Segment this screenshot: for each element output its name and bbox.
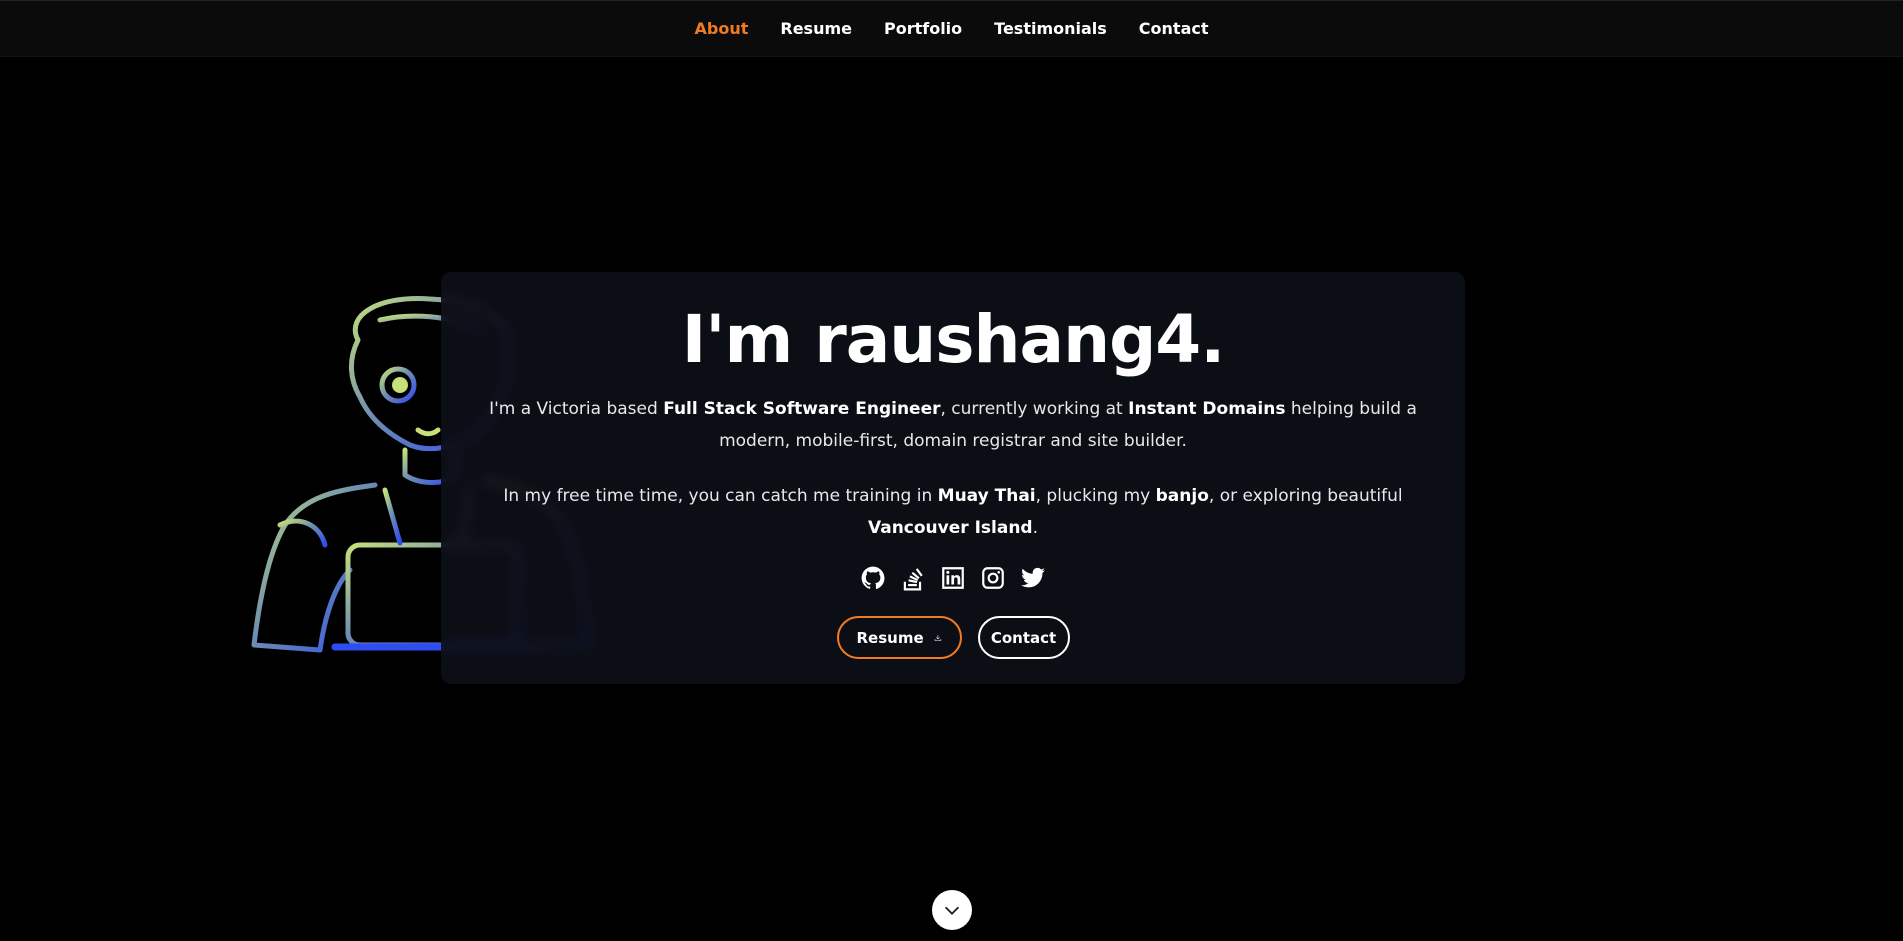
download-icon (934, 634, 941, 641)
github-icon[interactable] (860, 564, 887, 591)
intro-text-1: I'm a Victoria based (489, 399, 664, 419)
social-links (441, 564, 1465, 591)
hero-card: I'm raushang4. I'm a Victoria based Full… (441, 272, 1465, 684)
location-vancouver-island: Vancouver Island (868, 518, 1033, 538)
hobbies-text-1: In my free time time, you can catch me t… (503, 486, 938, 506)
job-title: Full Stack Software Engineer (663, 399, 941, 419)
resume-button-label: Resume (856, 628, 924, 647)
hobby-muay-thai: Muay Thai (937, 486, 1036, 506)
nav-about[interactable]: About (695, 19, 749, 38)
stackoverflow-icon[interactable] (900, 564, 927, 591)
nav-testimonials[interactable]: Testimonials (994, 19, 1107, 38)
intro-text-2: , currently working at (940, 399, 1129, 419)
linkedin-icon[interactable] (940, 564, 967, 591)
nav-resume[interactable]: Resume (780, 19, 852, 38)
hero-title: I'm raushang4. (681, 301, 1226, 378)
intro-paragraph: I'm a Victoria based Full Stack Software… (461, 393, 1445, 457)
contact-button[interactable]: Contact (977, 616, 1070, 659)
top-nav: About Resume Portfolio Testimonials Cont… (0, 0, 1903, 57)
nav-contact[interactable]: Contact (1139, 19, 1209, 38)
hobbies-text-2: , plucking my (1035, 486, 1156, 506)
hobbies-paragraph: In my free time time, you can catch me t… (461, 480, 1445, 544)
scroll-down-button[interactable] (932, 890, 972, 930)
hobby-banjo: banjo (1155, 486, 1209, 506)
twitter-icon[interactable] (1020, 564, 1047, 591)
resume-download-button[interactable]: Resume (836, 616, 962, 659)
contact-button-label: Contact (990, 628, 1057, 647)
company-name: Instant Domains (1128, 399, 1286, 419)
hobbies-text-4: . (1032, 518, 1038, 538)
hobbies-text-3: , or exploring beautiful (1208, 486, 1403, 506)
chevron-down-icon (944, 906, 960, 915)
instagram-icon[interactable] (980, 564, 1007, 591)
hero-actions: Resume Contact (441, 616, 1465, 659)
nav-portfolio[interactable]: Portfolio (884, 19, 962, 38)
